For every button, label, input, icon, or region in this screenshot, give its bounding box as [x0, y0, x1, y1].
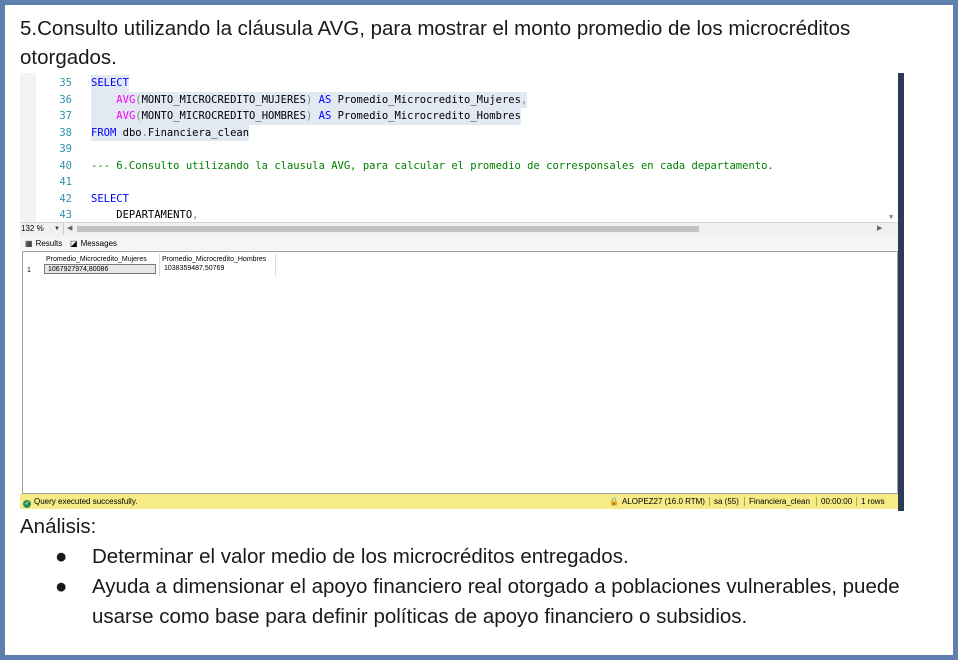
code-token: SELECT	[91, 77, 129, 89]
lock-icon: 🔒	[609, 497, 619, 506]
code-token: DEPARTAMENTO	[91, 209, 193, 221]
line-number: 40	[59, 159, 72, 172]
code-token: FROM	[91, 126, 117, 139]
code-text: AVG(MONTO_MICROCREDITO_HOMBRES) AS Prome…	[91, 108, 521, 125]
slide-heading: 5.Consulto utilizando la cláusula AVG, p…	[20, 17, 851, 69]
code-token: Promedio_Microcredito_Hombres	[337, 110, 521, 122]
tab-results-label: Results	[35, 239, 63, 248]
status-user: sa (55)	[714, 497, 739, 506]
column-header[interactable]: Promedio_Microcredito_Mujeres	[46, 255, 147, 264]
code-text: SELECT	[91, 75, 129, 92]
query-editor[interactable]: 35 SELECT 36 AVG(MONTO_MICROCREDITO_MUJERE…	[20, 73, 898, 222]
column-header[interactable]: Promedio_Microcredito_Hombres	[162, 255, 266, 264]
scroll-right-icon[interactable]: ▶	[877, 223, 882, 235]
line-number: 38	[59, 126, 72, 139]
code-token: MONTO_MICROCREDITO_MUJERES	[141, 93, 306, 106]
bullet-icon: ●	[55, 545, 68, 568]
status-message-group: ✓ Query executed successfully.	[23, 494, 137, 509]
messages-icon: ◪	[70, 239, 78, 248]
status-message: Query executed successfully.	[34, 497, 138, 506]
code-text: AVG(MONTO_MICROCREDITO_MUJERES) AS Prome…	[91, 91, 528, 108]
status-divider	[709, 497, 710, 506]
chevron-down-icon: ▼	[54, 226, 60, 232]
editor-gutter	[20, 73, 36, 222]
tab-messages-label: Messages	[80, 239, 118, 248]
check-circle-icon: ✓	[23, 500, 31, 508]
analysis-bullets: ● Determinar el valor medio de los microc…	[55, 542, 935, 632]
tab-messages[interactable]: ◪ Messages	[70, 237, 126, 250]
code-token: dbo	[116, 126, 142, 139]
bullet-text: Ayuda a dimensionar el apoyo financiero …	[92, 575, 900, 628]
line-number: 42	[59, 192, 72, 205]
status-divider	[816, 497, 817, 506]
status-server-text: ALOPEZ27 (16.0 RTM)	[621, 497, 705, 506]
code-token: ,	[520, 93, 528, 106]
line-number: 41	[59, 176, 72, 188]
code-text: --- 6.Consulto utilizando la clausula AV…	[91, 158, 774, 175]
status-rows: 1 rows	[861, 497, 885, 506]
code-token: AVG	[116, 93, 136, 106]
code-token: --- 6.Consulto utilizando la clausula AV…	[91, 159, 774, 172]
column-divider	[159, 254, 160, 276]
code-token: AS	[312, 110, 338, 122]
column-divider	[275, 254, 276, 276]
zoom-select[interactable]: 132 % ▼	[21, 223, 64, 235]
grid-cell[interactable]: 1038359487,50769	[162, 264, 272, 274]
status-bar: ✓ Query executed successfully. 🔒 ALOPEZ27 …	[20, 494, 898, 509]
line-number: 37	[59, 110, 72, 122]
grid-icon: ▦	[25, 239, 33, 248]
screenshot-border	[898, 73, 904, 511]
results-tabs: ▦ Results ◪ Messages	[20, 236, 898, 250]
horizontal-scrollbar-thumb[interactable]	[77, 226, 699, 232]
scroll-down-icon[interactable]: ▼	[889, 213, 893, 221]
code-token: Financiera_clean	[147, 126, 250, 139]
zoom-value: 132 %	[21, 224, 44, 233]
line-number: 36	[59, 93, 72, 106]
bullet-text: Determinar el valor medio de los microcr…	[92, 545, 629, 568]
analysis-label: Análisis:	[20, 515, 97, 538]
list-item: ● Ayuda a dimensionar el apoyo financiero…	[55, 572, 935, 632]
results-grid[interactable]: Promedio_Microcredito_Mujeres Promedio_M…	[22, 251, 898, 494]
tab-results[interactable]: ▦ Results	[25, 237, 69, 250]
editor-zoom-bar: 132 % ▼ ◀ ▶	[20, 222, 898, 236]
code-token: AS	[312, 93, 338, 106]
bullet-icon: ●	[55, 575, 68, 598]
scroll-left-icon[interactable]: ◀	[67, 223, 72, 235]
ssms-screenshot: 35 SELECT 36 AVG(MONTO_MICROCREDITO_MUJERE…	[20, 73, 904, 511]
list-item: ● Determinar el valor medio de los microc…	[55, 542, 935, 572]
grid-cell[interactable]: 1067927974,80086	[44, 264, 156, 274]
status-time: 00:00:00	[821, 497, 853, 506]
status-divider	[744, 497, 745, 506]
code-token: AVG	[116, 110, 136, 122]
code-text: FROM dbo.Financiera_clean	[91, 124, 250, 141]
code-token: SELECT	[91, 192, 129, 205]
row-number[interactable]: 1	[27, 266, 31, 275]
code-text: SELECT	[91, 191, 129, 208]
code-token: MONTO_MICROCREDITO_HOMBRES	[141, 110, 306, 122]
status-database: Financiera_clean	[749, 497, 810, 506]
line-number: 39	[59, 143, 72, 155]
code-token: Promedio_Microcredito_Mujeres	[337, 93, 521, 106]
vertical-scrollbar[interactable]: ▼	[888, 73, 898, 222]
status-server: 🔒 ALOPEZ27 (16.0 RTM)	[609, 494, 705, 509]
status-divider	[856, 497, 857, 506]
line-number: 35	[59, 77, 72, 89]
code-token: ,	[192, 209, 199, 221]
